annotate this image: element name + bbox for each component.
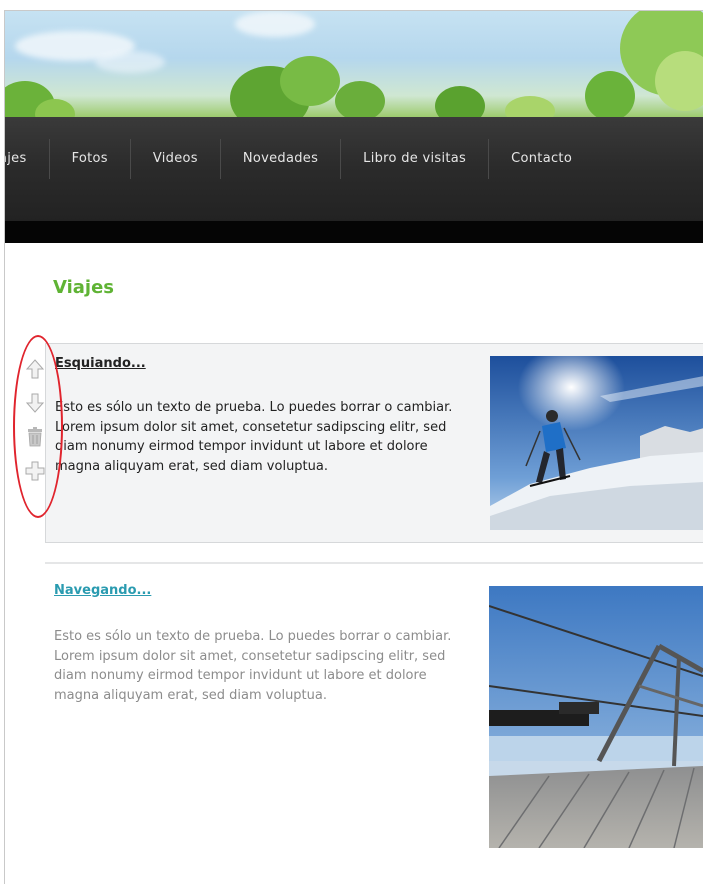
article-title-link[interactable]: Esquiando...	[55, 356, 146, 371]
nav-item-fotos[interactable]: Fotos	[50, 139, 131, 179]
add-icon[interactable]	[24, 460, 46, 482]
article-text: Esto es sólo un texto de prueba. Lo pued…	[55, 400, 453, 474]
nav-item-contacto[interactable]: Contacto	[489, 139, 594, 179]
nav-item-libro-de-visitas[interactable]: Libro de visitas	[341, 139, 490, 179]
skiing-photo	[490, 356, 703, 530]
trash-icon[interactable]	[24, 426, 46, 448]
navbar-bottom-strip	[5, 221, 703, 243]
article-navegando[interactable]: Navegando... Esto es sólo un texto de pr…	[45, 562, 703, 852]
nav-list: ajes Fotos Videos Novedades Libro de vis…	[5, 117, 594, 201]
nav-item-novedades[interactable]: Novedades	[221, 139, 342, 179]
arrow-up-icon[interactable]	[24, 358, 46, 380]
article-text: Esto es sólo un texto de prueba. Lo pued…	[54, 629, 452, 703]
article-esquiando[interactable]: Esquiando... Esto es sólo un texto de pr…	[45, 343, 703, 543]
header-banner	[5, 11, 703, 117]
main-navbar: ajes Fotos Videos Novedades Libro de vis…	[5, 117, 703, 243]
arrow-down-icon[interactable]	[24, 392, 46, 414]
article-title-link[interactable]: Navegando...	[54, 583, 151, 598]
nav-item-viajes[interactable]: ajes	[5, 139, 50, 179]
article-edit-controls	[24, 358, 48, 494]
sailing-photo	[489, 586, 703, 848]
nav-item-videos[interactable]: Videos	[131, 139, 221, 179]
page-title: Viajes	[53, 277, 115, 298]
